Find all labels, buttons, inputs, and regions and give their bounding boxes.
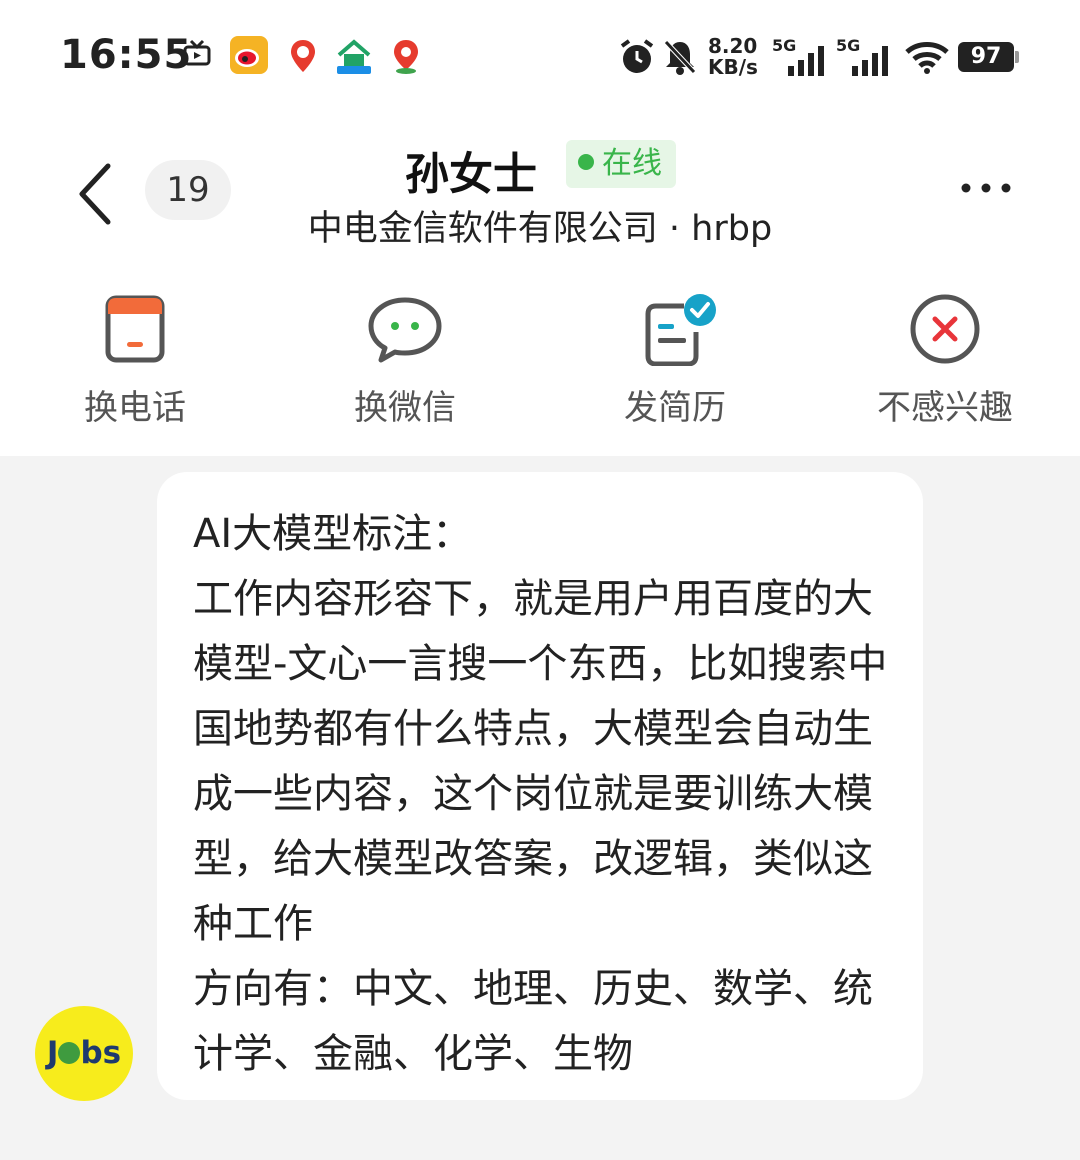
jobs-logo-avatar: Jbs xyxy=(35,1006,133,1101)
network-speed-value: 8.20 xyxy=(708,34,758,58)
vr-house-icon xyxy=(335,38,373,78)
not-interested-icon xyxy=(910,294,980,364)
online-status-badge: 在线 xyxy=(566,140,676,188)
chat-header: 19 孙女士 在线 中电金信软件有限公司 · hrbp xyxy=(0,110,1080,270)
baidu-map-icon xyxy=(288,38,318,78)
battery-icon: 97 xyxy=(958,42,1014,72)
send-resume-label: 发简历 xyxy=(624,388,726,428)
swap-phone-button[interactable]: 换电话 xyxy=(35,280,235,450)
chat-messages-area[interactable]: AI大模型标注： 工作内容形容下，就是用户用百度的大模型-文心一言搜一个东西，比… xyxy=(0,456,1080,1160)
network-speed-unit: KB/s xyxy=(708,55,758,79)
swap-wechat-button[interactable]: 换微信 xyxy=(305,280,505,450)
tv-icon xyxy=(182,38,212,72)
more-dots-icon xyxy=(961,183,1011,193)
not-interested-label: 不感兴趣 xyxy=(877,388,1013,428)
message-text: AI大模型标注： 工作内容形容下，就是用户用百度的大模型-文心一言搜一个东西，比… xyxy=(193,511,888,1077)
globe-icon xyxy=(58,1041,81,1064)
send-resume-button[interactable]: 发简历 xyxy=(575,280,775,450)
battery-tip xyxy=(1015,51,1019,63)
network-speed: 8.20 KB/s xyxy=(708,36,758,78)
signal-icon xyxy=(850,44,890,80)
quick-actions-bar: 换电话 换微信 发简历 不感兴趣 xyxy=(0,280,1080,456)
clock: 16:55 xyxy=(60,32,193,78)
message-bubble[interactable]: AI大模型标注： 工作内容形容下，就是用户用百度的大模型-文心一言搜一个东西，比… xyxy=(157,472,923,1100)
swap-phone-label: 换电话 xyxy=(84,388,186,428)
phone-icon xyxy=(105,295,165,363)
status-bar: 16:55 8.20 KB/s 5G 5G 97 xyxy=(0,0,1080,110)
resume-icon xyxy=(645,294,716,366)
weibo-icon xyxy=(230,36,268,78)
online-status-label: 在线 xyxy=(602,146,662,181)
swap-wechat-label: 换微信 xyxy=(354,388,456,428)
baidu-location-icon xyxy=(390,38,422,78)
wechat-icon xyxy=(368,297,442,363)
contact-name: 孙女士 xyxy=(405,149,537,200)
signal-icon xyxy=(786,44,826,80)
mute-icon xyxy=(662,38,698,80)
not-interested-button[interactable]: 不感兴趣 xyxy=(845,280,1045,450)
online-dot-icon xyxy=(578,153,594,170)
wifi-icon xyxy=(904,40,950,78)
more-options-button[interactable] xyxy=(956,178,1016,198)
company-subtitle: 中电金信软件有限公司 · hrbp xyxy=(307,209,773,249)
alarm-icon xyxy=(618,38,656,80)
